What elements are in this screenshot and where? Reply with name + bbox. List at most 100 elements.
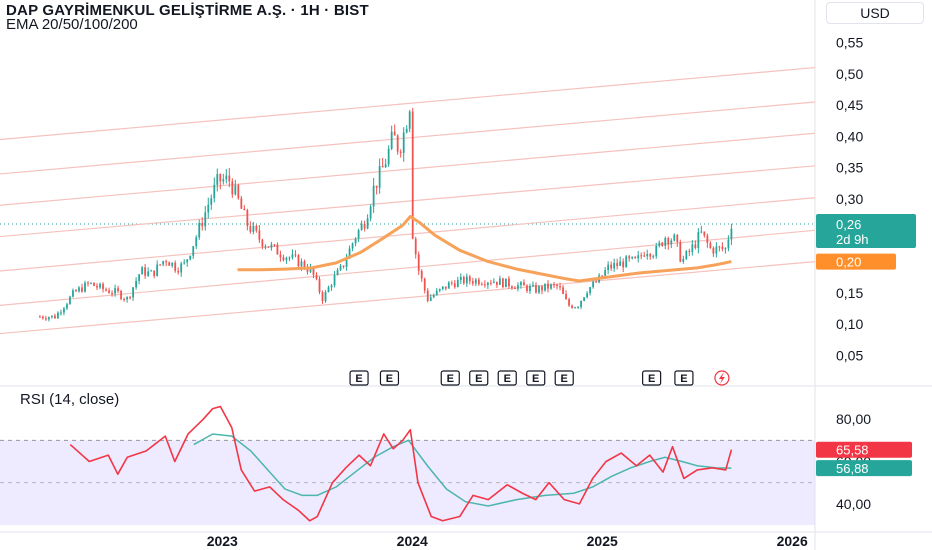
earnings-marker[interactable]: E [349, 370, 369, 386]
candle-body [685, 250, 688, 259]
candle-body [541, 286, 543, 291]
earnings-marker[interactable]: E [497, 370, 517, 386]
candle-body [471, 281, 474, 284]
candle-body [96, 285, 98, 288]
earnings-marker-label: E [475, 373, 482, 385]
price-tick-label: 0,10 [836, 316, 863, 332]
channel-line [0, 101, 816, 175]
candle-body [336, 269, 339, 276]
earnings-marker-label: E [386, 373, 393, 385]
rsi-band-layer [0, 439, 815, 525]
candle-body [324, 292, 327, 302]
candle-body [75, 290, 77, 292]
candle-body [721, 246, 724, 250]
candle-body [483, 284, 486, 286]
price-tick-label: 0,15 [836, 285, 863, 301]
event-markers-layer[interactable]: EEEEEEEEE [349, 370, 730, 386]
candle-body [87, 282, 89, 284]
earnings-marker[interactable]: E [526, 370, 546, 386]
candle-body [171, 262, 174, 266]
candle-body [198, 223, 201, 238]
candle-body [279, 254, 282, 258]
candle-body [354, 238, 357, 244]
candle-body [249, 226, 252, 232]
chart-canvas[interactable]: EEEEEEEEE 0,550,500,450,400,350,300,250,… [0, 0, 932, 550]
earnings-marker[interactable]: E [554, 370, 574, 386]
candle-body [724, 248, 727, 250]
candle-body [438, 288, 441, 291]
candle-body [511, 286, 513, 288]
candle-body [72, 290, 74, 297]
candle-body [273, 244, 276, 246]
candle-body [718, 246, 721, 248]
candle-body [453, 283, 456, 288]
candle-body [492, 281, 495, 283]
candle-body [45, 318, 47, 320]
candle-body [610, 264, 613, 269]
candle-body [315, 274, 318, 279]
candle-body [405, 128, 408, 133]
candle-body [93, 282, 95, 286]
candle-body [562, 287, 564, 295]
earnings-marker[interactable]: E [642, 370, 662, 386]
rsi-indicator-label[interactable]: RSI (14, close) [20, 391, 119, 408]
candle-body [165, 261, 168, 263]
candle-body [291, 254, 294, 258]
candle-body [514, 287, 516, 289]
candle-body [640, 255, 643, 257]
candle-body [252, 225, 255, 232]
price-tick-label: 0,30 [836, 191, 863, 207]
candle-body [432, 295, 435, 298]
ema-line [237, 215, 732, 283]
candle-body [526, 285, 528, 291]
earnings-marker[interactable]: E [674, 370, 694, 386]
candle-body [604, 270, 607, 276]
candle-body [216, 173, 219, 185]
candle-body [327, 287, 330, 293]
earnings-marker-label: E [355, 373, 362, 385]
candle-body [99, 283, 101, 288]
candle-body [42, 316, 44, 319]
earnings-marker-label: E [561, 373, 568, 385]
candle-body [655, 245, 658, 257]
candle-body [535, 284, 537, 293]
time-tick-label: 2026 [777, 533, 808, 549]
candle-body [243, 208, 246, 211]
currency-button[interactable]: USD [826, 2, 924, 24]
candle-body [126, 297, 128, 300]
candle-body [84, 282, 86, 292]
price-axis[interactable]: 0,550,500,450,400,350,300,250,200,150,10… [836, 35, 863, 364]
candle-body [363, 223, 366, 229]
candle-body [69, 296, 71, 305]
candle-body [529, 286, 531, 291]
candle-body [153, 270, 156, 276]
candle-body [553, 284, 555, 286]
candle-body [297, 255, 300, 267]
earnings-marker[interactable]: E [469, 370, 489, 386]
candle-body [532, 284, 534, 287]
time-axis[interactable]: 2023 2024 2025 2026 [207, 533, 808, 549]
candle-body [57, 312, 59, 319]
candle-body [547, 283, 549, 289]
candle-body [186, 259, 189, 263]
candle-body [258, 230, 261, 240]
candle-body [201, 223, 204, 227]
candle-body [123, 298, 125, 300]
candle-body [183, 262, 186, 264]
candle-body [556, 284, 558, 287]
time-tick-label: 2025 [587, 533, 618, 549]
candle-body [285, 257, 288, 261]
candle-body [378, 165, 381, 188]
earnings-marker[interactable]: E [379, 370, 400, 386]
ema-indicator-label[interactable]: EMA 20/50/100/200 [6, 16, 138, 33]
earnings-marker[interactable]: E [440, 370, 460, 386]
candle-body [369, 206, 372, 219]
candle-body [396, 135, 399, 152]
candle-body [408, 111, 411, 129]
candle-body [586, 293, 588, 298]
countdown-label: 2d 9h [836, 232, 869, 247]
dividend-marker[interactable] [714, 370, 730, 386]
candle-body [162, 261, 165, 265]
candle-body [486, 282, 489, 286]
price-tick-label: 0,40 [836, 128, 863, 144]
